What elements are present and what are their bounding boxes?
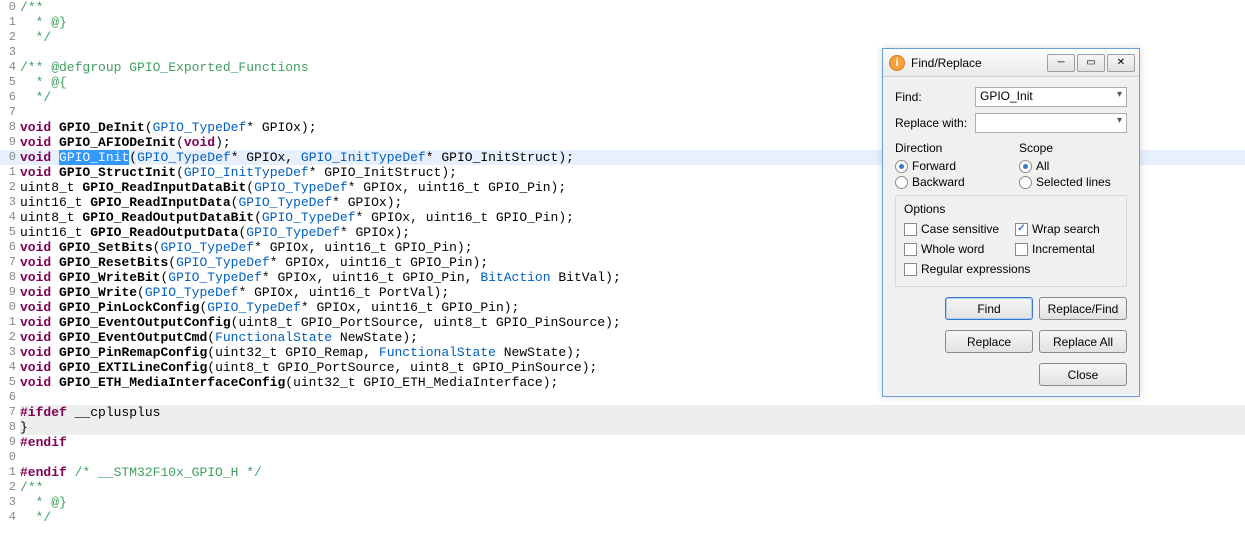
- code-line[interactable]: 1#endif /* __STM32F10x_GPIO_H */: [0, 465, 1245, 480]
- line-number: 1: [0, 465, 18, 480]
- check-wrap-label: Wrap search: [1032, 222, 1100, 236]
- check-whole-word[interactable]: [904, 243, 917, 256]
- code-line[interactable]: 7#ifdef __cplusplus: [0, 405, 1245, 420]
- check-whole-label: Whole word: [921, 242, 984, 256]
- line-number: 6: [0, 390, 18, 405]
- line-number: 2: [0, 30, 18, 45]
- line-number: 2: [0, 480, 18, 495]
- line-number: 0: [0, 0, 18, 15]
- check-incremental[interactable]: [1015, 243, 1028, 256]
- code-text[interactable]: */: [18, 510, 1245, 525]
- code-line[interactable]: 8}: [0, 420, 1245, 435]
- line-number: 9: [0, 435, 18, 450]
- code-text[interactable]: * @}: [18, 15, 1245, 30]
- radio-forward[interactable]: [895, 160, 908, 173]
- replace-find-button[interactable]: Replace/Find: [1039, 297, 1127, 320]
- find-replace-dialog: i Find/Replace ─ ▭ ✕ Find: GPIO_Init Rep…: [882, 48, 1140, 397]
- check-regex-label: Regular expressions: [921, 262, 1030, 276]
- radio-backward-label: Backward: [912, 175, 965, 189]
- minimize-button[interactable]: ─: [1047, 54, 1075, 72]
- line-number: 1: [0, 315, 18, 330]
- line-number: 5: [0, 375, 18, 390]
- find-input[interactable]: GPIO_Init: [975, 87, 1127, 107]
- radio-scope-all[interactable]: [1019, 160, 1032, 173]
- radio-forward-label: Forward: [912, 159, 956, 173]
- line-number: 4: [0, 360, 18, 375]
- line-number: 2: [0, 330, 18, 345]
- line-number: 0: [0, 450, 18, 465]
- code-text[interactable]: * @}: [18, 495, 1245, 510]
- line-number: 6: [0, 90, 18, 105]
- maximize-button[interactable]: ▭: [1077, 54, 1105, 72]
- code-text[interactable]: #ifdef __cplusplus: [18, 405, 1245, 420]
- close-window-button[interactable]: ✕: [1107, 54, 1135, 72]
- code-line[interactable]: 2/**: [0, 480, 1245, 495]
- replace-button[interactable]: Replace: [945, 330, 1033, 353]
- replace-input[interactable]: [975, 113, 1127, 133]
- line-number: 9: [0, 285, 18, 300]
- radio-scope-selected[interactable]: [1019, 176, 1032, 189]
- options-label: Options: [904, 202, 1118, 216]
- line-number: 1: [0, 15, 18, 30]
- line-number: 2: [0, 180, 18, 195]
- code-line[interactable]: 3 * @}: [0, 495, 1245, 510]
- find-button[interactable]: Find: [945, 297, 1033, 320]
- dialog-titlebar[interactable]: i Find/Replace ─ ▭ ✕: [883, 49, 1139, 77]
- line-number: 5: [0, 225, 18, 240]
- dialog-title: Find/Replace: [911, 56, 1045, 70]
- code-line[interactable]: 4 */: [0, 510, 1245, 525]
- line-number: 4: [0, 510, 18, 525]
- code-text[interactable]: }: [18, 420, 1245, 435]
- replace-all-button[interactable]: Replace All: [1039, 330, 1127, 353]
- code-line[interactable]: 0/**: [0, 0, 1245, 15]
- line-number: 0: [0, 300, 18, 315]
- line-number: 1: [0, 165, 18, 180]
- check-case-sensitive[interactable]: [904, 223, 917, 236]
- code-line[interactable]: 2 */: [0, 30, 1245, 45]
- check-wrap-search[interactable]: [1015, 223, 1028, 236]
- find-label: Find:: [895, 90, 975, 104]
- line-number: 5: [0, 75, 18, 90]
- code-line[interactable]: 9#endif: [0, 435, 1245, 450]
- line-number: 4: [0, 60, 18, 75]
- code-line[interactable]: 1 * @}: [0, 15, 1245, 30]
- radio-scope-all-label: All: [1036, 159, 1049, 173]
- code-text[interactable]: [18, 450, 1245, 465]
- line-number: 8: [0, 270, 18, 285]
- code-text[interactable]: /**: [18, 480, 1245, 495]
- code-text[interactable]: */: [18, 30, 1245, 45]
- line-number: 3: [0, 45, 18, 60]
- line-number: 3: [0, 195, 18, 210]
- scope-label: Scope: [1019, 141, 1127, 155]
- check-incremental-label: Incremental: [1032, 242, 1095, 256]
- line-number: 3: [0, 345, 18, 360]
- radio-backward[interactable]: [895, 176, 908, 189]
- check-regex[interactable]: [904, 263, 917, 276]
- info-icon: i: [889, 55, 905, 71]
- code-text[interactable]: /**: [18, 0, 1245, 15]
- code-text[interactable]: #endif /* __STM32F10x_GPIO_H */: [18, 465, 1245, 480]
- line-number: 0: [0, 150, 18, 165]
- line-number: 8: [0, 120, 18, 135]
- code-line[interactable]: 0: [0, 450, 1245, 465]
- check-case-label: Case sensitive: [921, 222, 999, 236]
- code-text[interactable]: #endif: [18, 435, 1245, 450]
- line-number: 8: [0, 420, 18, 435]
- close-button[interactable]: Close: [1039, 363, 1127, 386]
- radio-scope-selected-label: Selected lines: [1036, 175, 1111, 189]
- line-number: 7: [0, 405, 18, 420]
- line-number: 3: [0, 495, 18, 510]
- line-number: 4: [0, 210, 18, 225]
- line-number: 6: [0, 240, 18, 255]
- direction-label: Direction: [895, 141, 1003, 155]
- line-number: 7: [0, 105, 18, 120]
- replace-label: Replace with:: [895, 116, 975, 130]
- line-number: 9: [0, 135, 18, 150]
- line-number: 7: [0, 255, 18, 270]
